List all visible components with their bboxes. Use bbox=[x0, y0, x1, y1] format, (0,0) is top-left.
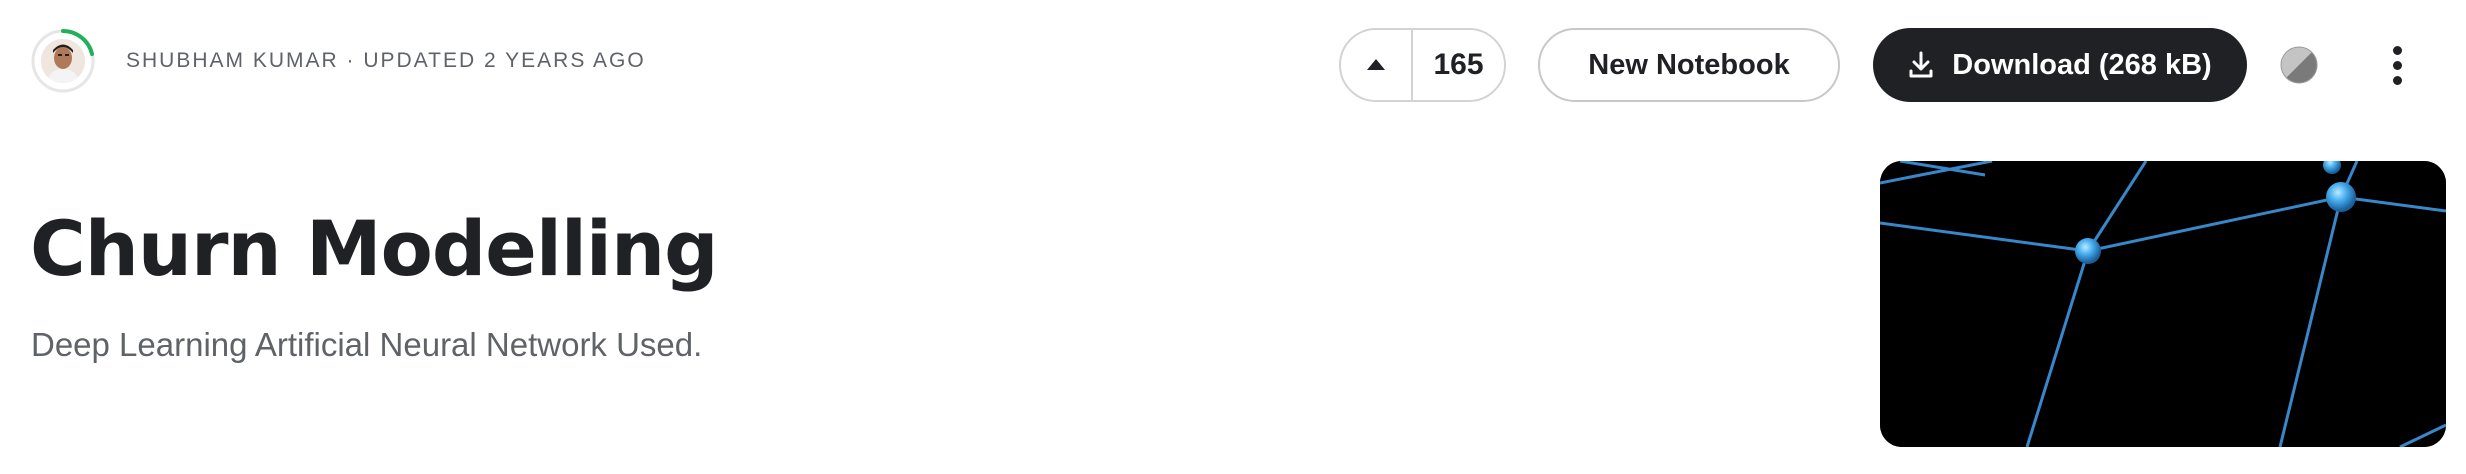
dataset-header: SHUBHAM KUMAR · UPDATED 2 YEARS AGO 165 … bbox=[0, 0, 2466, 474]
download-label: Download (268 kB) bbox=[1952, 48, 2212, 81]
avatar-image bbox=[41, 39, 85, 83]
meta-separator: · bbox=[346, 49, 356, 72]
download-icon bbox=[1909, 51, 1933, 78]
author-name[interactable]: SHUBHAM KUMAR bbox=[126, 49, 339, 72]
avatar[interactable] bbox=[30, 28, 96, 94]
upvote-count: 165 bbox=[1433, 48, 1484, 81]
dataset-title: Churn Modelling bbox=[30, 204, 718, 293]
dataset-subtitle: Deep Learning Artificial Neural Network … bbox=[31, 326, 703, 363]
kebab-dot bbox=[2392, 75, 2402, 85]
dataset-cover-image bbox=[1880, 161, 2446, 447]
upvote-control: 165 bbox=[1339, 28, 1506, 102]
author-meta: SHUBHAM KUMAR · UPDATED 2 YEARS AGO bbox=[30, 28, 646, 94]
new-notebook-label: New Notebook bbox=[1588, 48, 1790, 81]
new-notebook-button[interactable]: New Notebook bbox=[1538, 28, 1840, 102]
upvote-arrow-icon bbox=[1367, 59, 1385, 70]
more-vert-icon[interactable] bbox=[2375, 43, 2419, 87]
download-button[interactable]: Download (268 kB) bbox=[1873, 28, 2247, 102]
theme-toggle-icon[interactable] bbox=[2279, 45, 2319, 85]
kebab-dot bbox=[2392, 60, 2402, 70]
upvote-button[interactable] bbox=[1341, 30, 1413, 100]
updated-time: UPDATED 2 YEARS AGO bbox=[363, 49, 646, 72]
author-update-text: SHUBHAM KUMAR · UPDATED 2 YEARS AGO bbox=[126, 49, 646, 73]
network-graphic bbox=[1880, 161, 2446, 447]
kebab-dot bbox=[2392, 45, 2402, 55]
